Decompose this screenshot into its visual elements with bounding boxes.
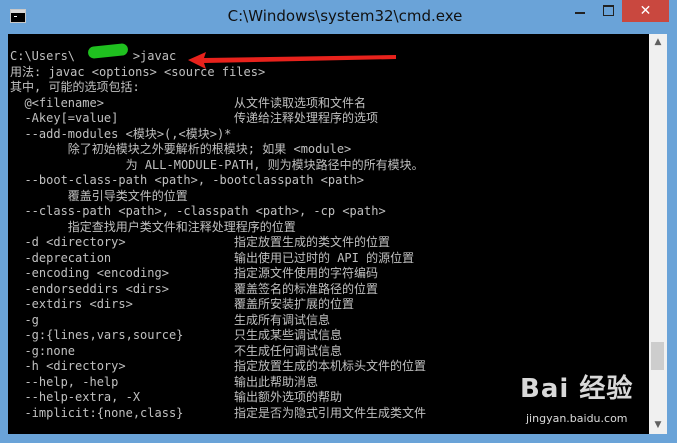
scroll-thumb[interactable]: [651, 342, 664, 370]
console-line: -g 生成所有调试信息: [10, 312, 330, 327]
console-line: -h <directory> 指定放置生成的本机标头文件的位置: [10, 359, 426, 373]
minimize-icon: [575, 12, 585, 14]
console-line: -g:{lines,vars,source} 只生成某些调试信息: [10, 328, 342, 342]
console-line: -Akey[=value] 传递给注释处理程序的选项: [10, 111, 378, 125]
console-line: --add-modules <模块>(,<模块>)*: [10, 126, 232, 141]
console-line: -encoding <encoding> 指定源文件使用的字符编码: [10, 266, 378, 280]
console-line: --class-path <path>, -classpath <path>, …: [10, 204, 386, 218]
close-icon: ✕: [639, 3, 652, 19]
console-line: --help-extra, -X 输出额外选项的帮助: [10, 390, 342, 404]
console-line: -extdirs <dirs> 覆盖所安装扩展的位置: [10, 297, 354, 311]
console-line: 其中, 可能的选项包括:: [10, 80, 140, 94]
console-line: -deprecation 输出使用已过时的 API 的源位置: [10, 250, 415, 265]
minimize-button[interactable]: [566, 0, 594, 22]
maximize-button[interactable]: [594, 0, 622, 22]
cmd-window: C:\Windows\system32\cmd.exe ✕ C:\Users\ …: [0, 0, 677, 443]
watermark-url: jingyan.baidu.com: [526, 412, 628, 425]
console-line: --help, -help 输出此帮助消息: [10, 374, 318, 389]
cmd-app-icon[interactable]: [10, 9, 26, 23]
console-line: -endorseddirs <dirs> 覆盖签名的标准路径的位置: [10, 281, 378, 296]
scroll-up-icon[interactable]: ▲: [649, 34, 667, 51]
console-line: -implicit:{none,class} 指定是否为隐式引用文件生成类文件: [10, 405, 426, 420]
console-line: -g:none 不生成任何调试信息: [10, 343, 342, 358]
close-button[interactable]: ✕: [622, 0, 669, 22]
console-line: 除了初始模块之外要解析的根模块; 如果 <module>: [10, 142, 352, 156]
console-lines: C:\Users\ >javac 用法: javac <options> <sou…: [10, 49, 426, 421]
window-title: C:\Windows\system32\cmd.exe: [227, 7, 463, 25]
console-line: @<filename> 从文件读取选项和文件名: [10, 95, 366, 110]
baidu-jingyan-watermark: Bai 经验 jingyan.baidu.com: [520, 368, 670, 438]
maximize-icon: [603, 5, 614, 16]
console-line: 覆盖引导类文件的位置: [10, 188, 188, 203]
title-bar[interactable]: C:\Windows\system32\cmd.exe ✕: [0, 0, 677, 34]
baidu-logo: Bai 经验: [520, 374, 634, 404]
annotation-arrow-icon: [188, 52, 396, 69]
window-controls: ✕: [566, 0, 669, 22]
console-line: 指定查找用户类文件和注释处理程序的位置: [10, 219, 296, 234]
console-line: 为 ALL-MODULE-PATH, 则为模块路径中的所有模块。: [10, 157, 424, 172]
console-line: --boot-class-path <path>, -bootclasspath…: [10, 173, 365, 187]
console-line: -d <directory> 指定放置生成的类文件的位置: [10, 235, 390, 249]
